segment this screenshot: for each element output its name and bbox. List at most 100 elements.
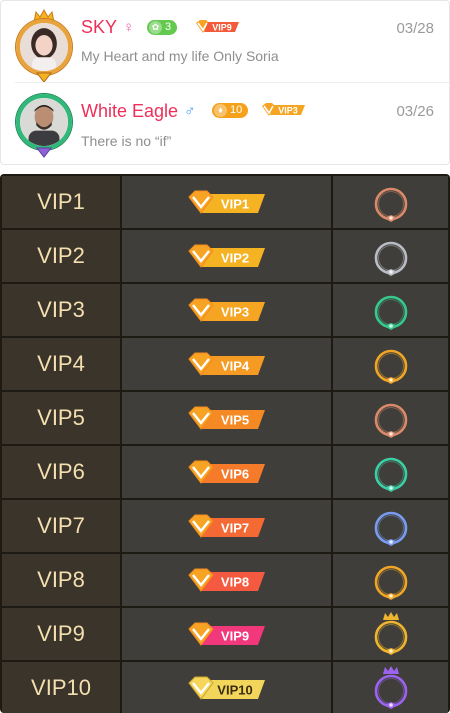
vip-badge-label: VIP9 (221, 629, 249, 644)
vip-badge-label: VIP6 (221, 467, 249, 482)
message-preview: There is no “if” (81, 133, 172, 149)
vip-level-name: VIP2 (2, 230, 120, 282)
user-list-item[interactable]: SKY ♀ ✿ 3 VIP9 03/28 My Heart and my life … (1, 1, 449, 83)
avatar-image-male (20, 98, 68, 146)
vip-badge-icon: VIP9 (188, 622, 265, 646)
avatar-frame-cell (333, 230, 448, 282)
vip-level-row: VIP1 VIP1 (0, 176, 450, 228)
avatar[interactable] (13, 9, 75, 83)
vip-badge-cell: VIP3 (122, 284, 331, 336)
avatar-frame-cell (333, 446, 448, 498)
avatar-frame-icon (374, 295, 408, 330)
user-list: SKY ♀ ✿ 3 VIP9 03/28 My Heart and my life … (0, 0, 450, 165)
vip-badge-label: VIP2 (221, 251, 249, 266)
level-value: 10 (230, 104, 243, 116)
vip-badge-icon: VIP5 (188, 406, 265, 430)
vip-badge-label: VIP4 (221, 359, 250, 374)
avatar-frame-cell (333, 662, 448, 713)
avatar-frame-icon (374, 666, 408, 709)
vip-badge-label: VIP9 (212, 23, 232, 33)
user-name-text: SKY (81, 17, 118, 37)
vip-level-row: VIP10 VIP10 (0, 662, 450, 713)
level-badge: ♦ 10 (212, 103, 249, 118)
vip-badge-cell: VIP5 (122, 392, 331, 444)
vip-badge-icon: VIP7 (188, 514, 265, 538)
vip-level-name: VIP10 (2, 662, 120, 713)
level-badge: ✿ 3 (147, 20, 178, 35)
avatar-frame-icon (374, 565, 408, 600)
vip-badge-cell: VIP8 (122, 554, 331, 606)
vip-badge-icon: VIP10 (188, 676, 265, 700)
vip-badge-cell: VIP4 (122, 338, 331, 390)
vip-level-row: VIP3 VIP3 (0, 284, 450, 336)
user-name[interactable]: SKY ♀ (81, 17, 134, 38)
message-date: 03/26 (396, 103, 434, 120)
vip-level-row: VIP2 VIP2 (0, 230, 450, 282)
fire-icon: ♦ (214, 104, 227, 117)
vip-level-name: VIP4 (2, 338, 120, 390)
vip-badge-cell: VIP7 (122, 500, 331, 552)
frame-gem-icon (35, 147, 53, 158)
vip-badge-cell: VIP6 (122, 446, 331, 498)
avatar-frame-cell (333, 284, 448, 336)
message-preview: My Heart and my life Only Soria (81, 48, 279, 64)
divider (15, 82, 449, 83)
user-name[interactable]: White Eagle ♂ (81, 101, 195, 122)
vip-badge-label: VIP10 (217, 683, 252, 698)
vip-level-row: VIP8 VIP8 (0, 554, 450, 606)
avatar-frame-cell (333, 176, 448, 228)
vip-badge-label: VIP7 (221, 521, 249, 536)
user-name-text: White Eagle (81, 101, 179, 121)
level-value: 3 (165, 21, 172, 33)
avatar-photo (16, 94, 72, 150)
female-gender-icon: ♀ (123, 19, 135, 36)
avatar-frame-icon (374, 403, 408, 438)
vip-badge-icon: VIP8 (188, 568, 265, 592)
sprout-icon: ✿ (149, 21, 162, 34)
vip-badge-icon: VIP6 (188, 460, 265, 484)
vip-badge-cell: VIP9 (122, 608, 331, 660)
vip-level-name: VIP1 (2, 176, 120, 228)
avatar-frame-icon (374, 241, 408, 276)
vip-badge-cell: VIP1 (122, 176, 331, 228)
male-gender-icon: ♂ (184, 103, 196, 120)
vip-level-name: VIP5 (2, 392, 120, 444)
avatar-image-female (20, 23, 68, 71)
vip-level-row: VIP9 VIP9 (0, 608, 450, 660)
vip-level-row: VIP4 VIP4 (0, 338, 450, 390)
message-date: 03/28 (396, 20, 434, 37)
avatar-frame-cell (333, 608, 448, 660)
vip-badge-icon: VIP1 (188, 190, 265, 214)
vip-level-row: VIP7 VIP7 (0, 500, 450, 552)
avatar-frame-cell (333, 338, 448, 390)
vip-level-name: VIP3 (2, 284, 120, 336)
avatar-frame-cell (333, 500, 448, 552)
vip-badge-cell: VIP10 (122, 662, 331, 713)
vip-level-name: VIP7 (2, 500, 120, 552)
vip-badge: VIP3 (262, 103, 305, 116)
avatar[interactable] (13, 86, 75, 158)
avatar-frame-cell (333, 392, 448, 444)
vip-badge: VIP9 (196, 20, 239, 33)
avatar-frame-icon (374, 612, 408, 655)
vip-badge-label: VIP3 (278, 106, 298, 116)
vip-level-name: VIP6 (2, 446, 120, 498)
vip-level-table: VIP1 VIP1 VIP2 VIP2 VIP3 VIP3 VIP4 VIP4 VIP5 VIP5… (0, 174, 450, 713)
vip-badge-cell: VIP2 (122, 230, 331, 282)
avatar-frame-icon (374, 349, 408, 384)
vip-badge-label: VIP8 (221, 575, 249, 590)
vip-badge-icon: VIP4 (188, 352, 265, 376)
avatar-frame-icon (374, 457, 408, 492)
vip-badge-icon: VIP2 (188, 244, 265, 268)
avatar-frame-cell (333, 554, 448, 606)
avatar-frame-icon (374, 187, 408, 222)
vip-level-row: VIP6 VIP6 (0, 446, 450, 498)
vip-badge-label: VIP5 (221, 413, 249, 428)
vip-badge-label: VIP1 (221, 197, 249, 212)
vip-badge-icon: VIP3 (188, 298, 265, 322)
avatar-frame-icon (374, 511, 408, 546)
vip-level-name: VIP9 (2, 608, 120, 660)
user-list-item[interactable]: White Eagle ♂ ♦ 10 VIP3 03/26 There is no … (1, 84, 449, 164)
vip-level-name: VIP8 (2, 554, 120, 606)
vip-badge-label: VIP3 (221, 305, 249, 320)
